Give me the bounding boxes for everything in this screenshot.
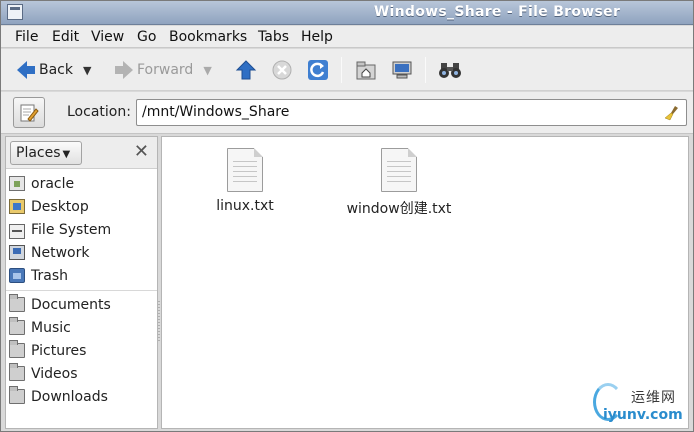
sidebar-places-list: oracle Desktop File System Network Trash [6, 172, 157, 408]
sidebar-header: Places ▼ ✕ [6, 137, 157, 169]
file-browser-window: Windows_Share - File Browser File Edit V… [0, 0, 694, 432]
menu-edit[interactable]: Edit [52, 29, 79, 45]
back-arrow-icon [17, 61, 27, 79]
watermark-brand: 运维网 [631, 390, 676, 406]
sidebar-item-label: Network [31, 244, 90, 261]
menu-go[interactable]: Go [137, 29, 156, 45]
computer-icon [392, 61, 412, 79]
reload-icon [308, 60, 328, 80]
forward-arrow-icon [123, 61, 133, 79]
text-file-icon [227, 148, 263, 192]
up-arrow-icon [235, 60, 257, 80]
watermark-logo: 运维网 iyunv.com [589, 381, 694, 431]
location-label: Location: [67, 104, 131, 120]
sidebar-item-label: File System [31, 221, 112, 238]
sidebar: Places ▼ ✕ oracle Desktop File System Net… [5, 136, 158, 429]
folder-icon [9, 317, 25, 335]
menu-view[interactable]: View [91, 29, 124, 45]
toolbar-separator [341, 57, 342, 83]
sidebar-resize-handle[interactable] [158, 301, 160, 341]
menu-file[interactable]: File [15, 29, 38, 45]
network-icon [9, 245, 25, 260]
search-button[interactable] [438, 58, 462, 82]
forward-button[interactable]: Forward ▼ [115, 58, 212, 82]
file-name: window创建.txt [346, 201, 452, 217]
folder-icon [9, 386, 25, 404]
folder-icon [9, 363, 25, 381]
sidebar-item-label: Desktop [31, 198, 89, 215]
up-button[interactable] [234, 58, 258, 82]
sidebar-view-selector[interactable]: Places ▼ [10, 141, 82, 165]
home-button[interactable] [354, 58, 378, 82]
location-bar: Location: /mnt/Windows_Share [1, 92, 693, 134]
back-button[interactable]: Back ▼ [17, 58, 91, 82]
sidebar-item-oracle[interactable]: oracle [6, 172, 157, 195]
clear-location-icon[interactable] [664, 105, 680, 121]
menu-tabs[interactable]: Tabs [258, 29, 289, 45]
watermark-url: iyunv.com [603, 407, 683, 423]
sidebar-item-music[interactable]: Music [6, 316, 157, 339]
file-item[interactable]: window创建.txt [334, 148, 464, 218]
drive-icon [9, 223, 25, 239]
sidebar-item-desktop[interactable]: Desktop [6, 195, 157, 218]
stop-button[interactable] [270, 58, 294, 82]
window-title: Windows_Share - File Browser [373, 4, 621, 20]
sidebar-item-label: Documents [31, 296, 111, 313]
location-field[interactable]: /mnt/Windows_Share [136, 99, 687, 126]
sidebar-divider [6, 290, 157, 291]
reload-button[interactable] [306, 58, 330, 82]
home-icon [9, 176, 25, 191]
dropdown-chevron-icon: ▼ [62, 149, 71, 160]
folder-icon [9, 294, 25, 312]
toggle-location-button[interactable] [13, 97, 45, 128]
sidebar-item-network[interactable]: Network [6, 241, 157, 264]
back-history-chevron-icon[interactable]: ▼ [83, 64, 91, 77]
back-arrow-tail [27, 66, 35, 74]
computer-button[interactable] [390, 58, 414, 82]
text-file-icon [381, 148, 417, 192]
sidebar-item-trash[interactable]: Trash [6, 264, 157, 287]
sidebar-view-label: Places [16, 145, 61, 161]
folder-icon [9, 340, 25, 358]
home-folder-icon [356, 61, 376, 80]
back-label: Back [39, 62, 73, 78]
close-sidebar-icon[interactable]: ✕ [134, 143, 149, 161]
menu-help[interactable]: Help [301, 29, 333, 45]
edit-location-icon [20, 104, 39, 122]
sidebar-item-label: Pictures [31, 342, 87, 359]
toolbar-separator [425, 57, 426, 83]
binoculars-icon [439, 63, 461, 78]
toolbar: Back ▼ Forward ▼ [1, 49, 693, 91]
sidebar-item-label: Trash [31, 267, 68, 284]
sidebar-item-label: Videos [31, 365, 78, 382]
trash-icon [9, 268, 25, 283]
location-value: /mnt/Windows_Share [142, 104, 290, 120]
file-item[interactable]: linux.txt [180, 148, 310, 214]
sidebar-item-downloads[interactable]: Downloads [6, 385, 157, 408]
desktop-icon [9, 199, 25, 214]
stop-icon [272, 60, 292, 80]
forward-history-chevron-icon[interactable]: ▼ [203, 64, 211, 77]
sidebar-item-documents[interactable]: Documents [6, 293, 157, 316]
file-name: linux.txt [216, 198, 274, 214]
sidebar-item-file-system[interactable]: File System [6, 218, 157, 241]
menu-bar: File Edit View Go Bookmarks Tabs Help [1, 26, 693, 48]
menu-bookmarks[interactable]: Bookmarks [169, 29, 247, 45]
forward-label: Forward [137, 62, 194, 78]
title-bar[interactable]: Windows_Share - File Browser [1, 1, 693, 25]
sidebar-item-pictures[interactable]: Pictures [6, 339, 157, 362]
sidebar-item-label: Downloads [31, 388, 108, 405]
sidebar-item-label: Music [31, 319, 71, 336]
sidebar-item-label: oracle [31, 175, 75, 192]
forward-arrow-tail [115, 66, 123, 74]
sidebar-item-videos[interactable]: Videos [6, 362, 157, 385]
